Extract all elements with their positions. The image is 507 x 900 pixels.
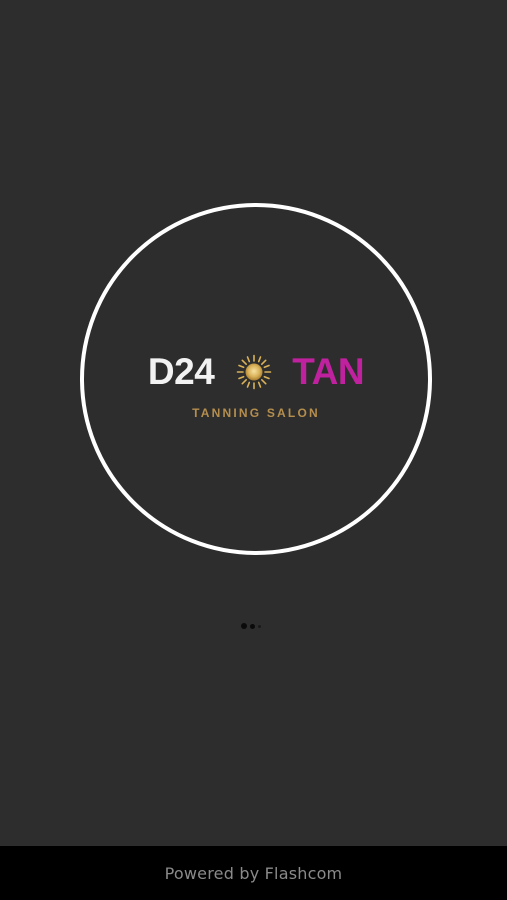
tagline: TANNING SALON xyxy=(192,406,320,420)
logo-ring: D24 TAN TANNING SALON xyxy=(80,203,432,555)
powered-by-text: Powered by Flashcom xyxy=(164,863,343,883)
loader-dot xyxy=(250,623,255,629)
footer-bar: Powered by Flashcom xyxy=(0,846,507,900)
brand-name-d24: D24 xyxy=(147,351,215,392)
loading-dots-icon xyxy=(241,622,267,630)
brand-logo: D24 TAN xyxy=(84,350,428,394)
loader-dot xyxy=(258,624,261,628)
splash-screen: D24 TAN TANNING SALON Powered by Flashco… xyxy=(0,0,507,900)
loader-dot xyxy=(241,623,247,629)
brand-name-tan: TAN xyxy=(292,351,365,392)
sun-icon xyxy=(236,354,272,390)
